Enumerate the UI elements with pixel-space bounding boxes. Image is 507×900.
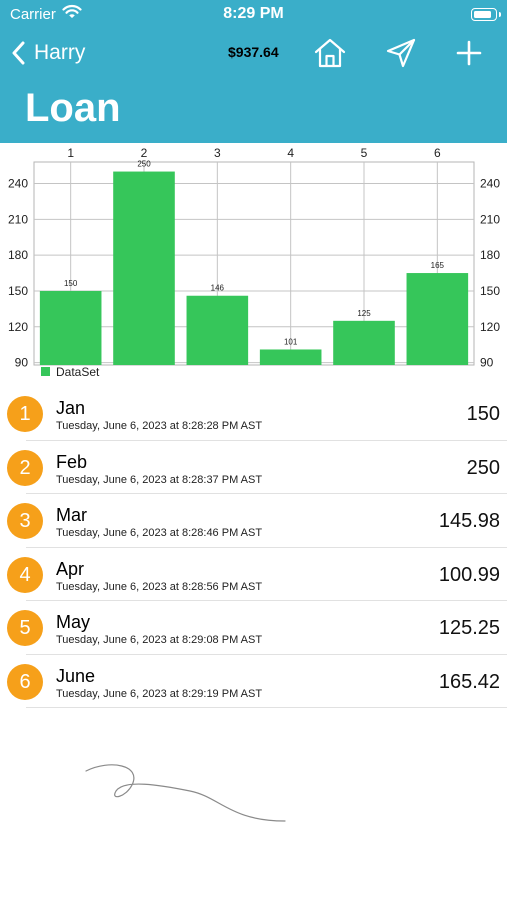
y-tick-label-right: 90 bbox=[480, 356, 494, 370]
x-tick-label: 6 bbox=[434, 146, 441, 160]
bar bbox=[113, 171, 175, 365]
x-tick-label: 3 bbox=[214, 146, 221, 160]
add-button[interactable] bbox=[452, 36, 486, 70]
entry-date: Tuesday, June 6, 2023 at 8:28:46 PM AST bbox=[56, 527, 263, 539]
entry-month: June bbox=[56, 665, 96, 686]
entry-date: Tuesday, June 6, 2023 at 8:29:19 PM AST bbox=[56, 687, 263, 700]
x-tick-label: 5 bbox=[361, 146, 368, 160]
bar-value-label: 146 bbox=[211, 284, 225, 293]
y-tick-label-right: 180 bbox=[480, 248, 500, 262]
bar bbox=[333, 320, 395, 365]
bar bbox=[186, 295, 249, 365]
entry-amount: 250 bbox=[466, 456, 500, 479]
y-tick-label-right: 150 bbox=[480, 284, 500, 298]
bar-value-label: 165 bbox=[431, 261, 445, 270]
app-header: Carrier 8:29 PM Harry $937.64 Loan bbox=[0, 0, 507, 143]
battery-icon bbox=[471, 8, 501, 21]
back-label: Harry bbox=[34, 41, 86, 64]
bar-value-label: 250 bbox=[137, 160, 151, 169]
index-badge: 5 bbox=[7, 610, 43, 646]
y-tick-label-left: 180 bbox=[8, 248, 28, 262]
bar bbox=[39, 290, 102, 365]
list-item[interactable]: 4 Apr Tuesday, June 6, 2023 at 8:28:56 PM … bbox=[0, 548, 507, 601]
y-tick-label-right: 240 bbox=[480, 176, 500, 190]
nav-bar: Harry $937.64 bbox=[0, 30, 507, 76]
entry-amount: 150 bbox=[466, 403, 500, 425]
battery-fill bbox=[473, 10, 491, 18]
entry-month: Mar bbox=[56, 505, 87, 525]
y-tick-label-left: 210 bbox=[8, 212, 28, 226]
index-badge: 3 bbox=[7, 503, 43, 539]
send-button[interactable] bbox=[384, 36, 418, 70]
index-badge: 4 bbox=[7, 556, 43, 593]
index-badge: 2 bbox=[7, 449, 43, 486]
bar-value-label: 125 bbox=[357, 309, 371, 318]
bar bbox=[406, 273, 469, 365]
paper-plane-icon bbox=[384, 36, 418, 70]
entry-amount: 165.42 bbox=[438, 670, 500, 693]
list-item[interactable]: 2 Feb Tuesday, June 6, 2023 at 8:28:37 PM … bbox=[0, 441, 507, 494]
bar-value-label: 101 bbox=[284, 337, 298, 346]
chevron-left-icon bbox=[12, 41, 26, 65]
entry-month: Feb bbox=[56, 451, 88, 472]
row-separator bbox=[26, 707, 507, 708]
x-tick-label: 4 bbox=[287, 146, 294, 160]
bar-chart-svg: 240 240 210 210 180 180 150 150 120 120 90 90 1 2 3 4 5 6… bbox=[8, 146, 500, 379]
x-tick-label: 2 bbox=[141, 146, 148, 160]
home-button[interactable] bbox=[313, 36, 347, 70]
entry-date: Tuesday, June 6, 2023 at 8:28:56 PM AST bbox=[56, 580, 263, 593]
bar-value-label: 150 bbox=[64, 279, 78, 288]
entry-amount: 145.98 bbox=[438, 510, 500, 532]
y-tick-label-left: 150 bbox=[8, 284, 28, 298]
y-tick-label-left: 120 bbox=[8, 320, 28, 334]
plus-icon bbox=[452, 36, 486, 70]
entry-date: Tuesday, June 6, 2023 at 8:28:37 PM AST bbox=[56, 473, 263, 486]
list-item[interactable]: 5 May Tuesday, June 6, 2023 at 8:29:08 PM … bbox=[0, 601, 507, 655]
page-title: Loan bbox=[25, 86, 121, 130]
index-badge: 1 bbox=[7, 396, 43, 432]
list-item[interactable]: 1 Jan Tuesday, June 6, 2023 at 8:28:28 PM … bbox=[0, 387, 507, 441]
entry-list: 1 Jan Tuesday, June 6, 2023 at 8:28:28 PM … bbox=[0, 387, 507, 708]
bar bbox=[259, 349, 322, 365]
status-bar: Carrier 8:29 PM bbox=[0, 0, 507, 30]
balance-amount: $937.64 bbox=[228, 44, 279, 60]
y-tick-label-right: 120 bbox=[480, 320, 500, 334]
back-button[interactable]: Harry bbox=[12, 38, 85, 68]
entry-date: Tuesday, June 6, 2023 at 8:28:28 PM AST bbox=[56, 420, 263, 432]
entry-date: Tuesday, June 6, 2023 at 8:29:08 PM AST bbox=[56, 634, 263, 646]
index-badge: 6 bbox=[7, 663, 43, 700]
bar-chart: 240 240 210 210 180 180 150 150 120 120 90 90 1 2 3 4 5 6… bbox=[0, 143, 507, 383]
entry-month: Apr bbox=[56, 558, 85, 579]
legend-swatch bbox=[41, 367, 50, 376]
entry-amount: 125.25 bbox=[438, 617, 500, 639]
list-item[interactable]: 3 Mar Tuesday, June 6, 2023 at 8:28:46 PM … bbox=[0, 494, 507, 548]
house-icon bbox=[313, 36, 347, 70]
status-time: 8:29 PM bbox=[223, 5, 284, 22]
entry-month: May bbox=[56, 612, 91, 632]
list-item[interactable]: 6 June Tuesday, June 6, 2023 at 8:29:19 PM… bbox=[0, 655, 507, 708]
entry-month: Jan bbox=[56, 398, 86, 418]
x-tick-label: 1 bbox=[67, 146, 74, 160]
y-tick-label-left: 240 bbox=[8, 176, 28, 190]
legend-label: DataSet bbox=[56, 365, 100, 379]
y-tick-label-right: 210 bbox=[480, 212, 500, 226]
entry-amount: 100.99 bbox=[438, 563, 500, 586]
signature-scribble bbox=[80, 755, 300, 840]
y-tick-label-left: 90 bbox=[15, 356, 29, 370]
